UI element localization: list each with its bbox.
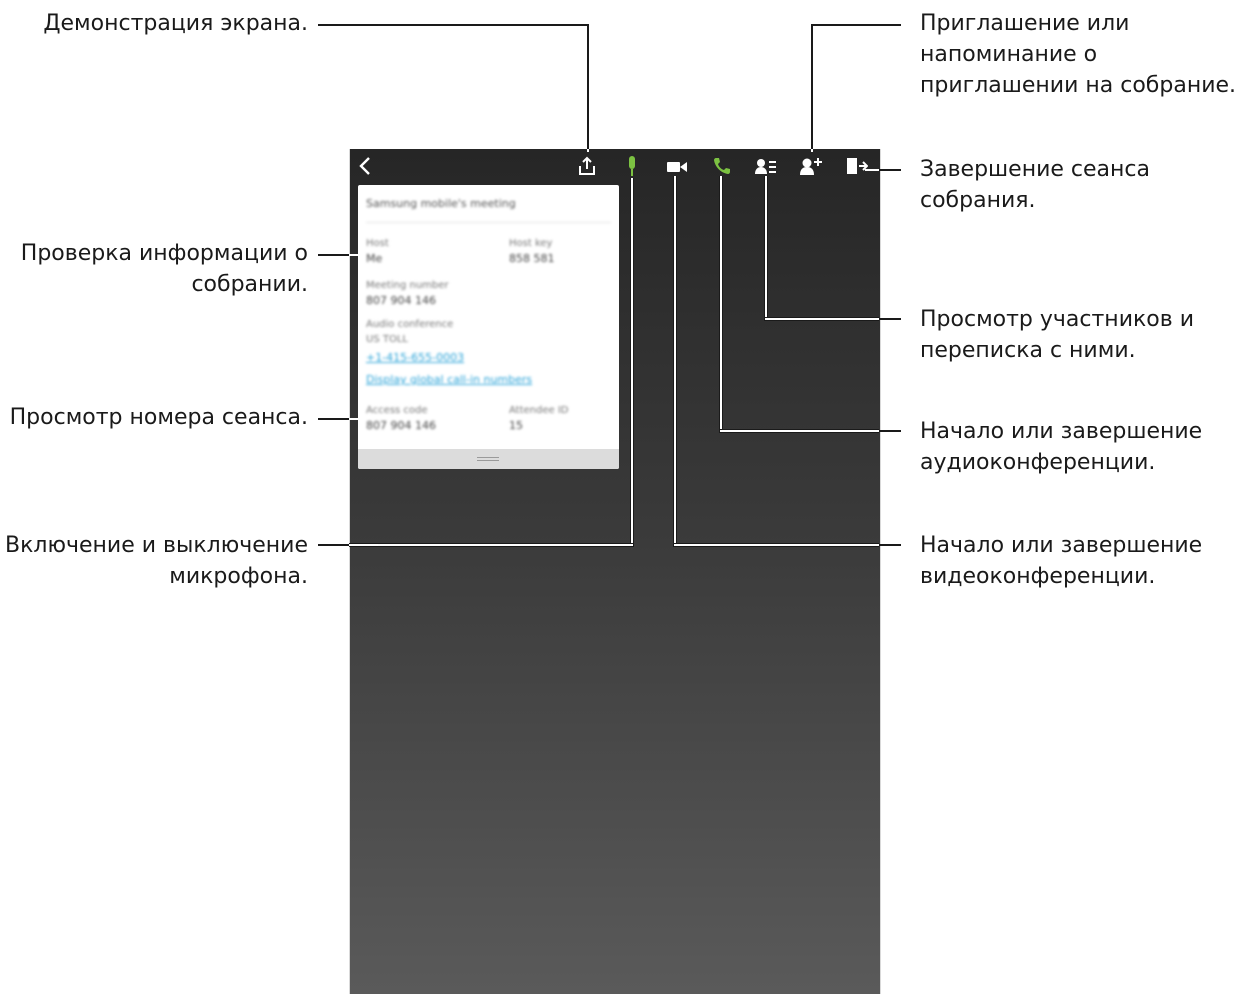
card-drag-handle[interactable]: [358, 449, 619, 469]
callout-line: [879, 169, 901, 171]
host-value: Me: [366, 252, 383, 265]
exit-meeting-icon: [846, 157, 869, 179]
callout-line: [879, 544, 901, 546]
callout-line: [318, 418, 349, 420]
callout-text: микрофона.: [169, 564, 308, 589]
callout-line: [720, 430, 879, 432]
meeting-info-card[interactable]: Samsung mobile's meeting Host Me Host ke…: [358, 185, 619, 469]
callout-end-session: Завершение сеанса собрания.: [920, 154, 1150, 216]
global-callin-link[interactable]: Display global call-in numbers: [366, 373, 532, 386]
access-code-value: 807 904 146: [366, 419, 436, 432]
callout-text: Начало или завершение: [920, 419, 1203, 444]
callout-line: [765, 318, 879, 320]
callout-microphone: Включение и выключение микрофона.: [5, 530, 308, 592]
callout-line: [349, 418, 358, 420]
callout-line: [349, 544, 633, 546]
share-screen-icon: [577, 156, 597, 180]
callout-text: переписка с ними.: [920, 338, 1136, 363]
meeting-title: Samsung mobile's meeting: [366, 197, 516, 210]
callout-line: [631, 178, 633, 544]
callout-line: [865, 169, 879, 171]
video-camera-icon: [666, 159, 688, 178]
callout-text: Начало или завершение: [920, 533, 1203, 558]
callout-line: [879, 318, 901, 320]
meeting-number-value: 807 904 146: [366, 294, 436, 307]
callout-line: [318, 24, 589, 26]
callout-line: [811, 24, 813, 149]
callout-audio-conference: Начало или завершение аудиоконференции.: [920, 416, 1202, 478]
callout-line: [674, 544, 879, 546]
callout-session-number: Просмотр номера сеанса.: [10, 402, 308, 433]
callout-line: [720, 176, 722, 432]
callout-line: [674, 176, 676, 546]
callout-meeting-info: Проверка информации о собрании.: [21, 238, 308, 300]
callout-screen-share: Демонстрация экрана.: [43, 8, 308, 39]
callout-text: Просмотр номера сеанса.: [9, 405, 308, 430]
callout-line: [765, 176, 767, 320]
callout-line: [587, 24, 589, 149]
audio-sub-label: US TOLL: [366, 334, 408, 345]
host-label: Host: [366, 238, 389, 249]
add-participant-icon: [800, 157, 822, 179]
exit-button[interactable]: [841, 152, 873, 184]
callout-participants: Просмотр участников и переписка с ними.: [920, 304, 1194, 366]
participants-list-icon: [755, 158, 777, 178]
attendee-id-value: 15: [509, 419, 523, 432]
meeting-number-label: Meeting number: [366, 280, 449, 291]
callout-line: [349, 254, 358, 256]
callout-video-conference: Начало или завершение видеоконференции.: [920, 530, 1202, 592]
callout-invite: Приглашение или напоминание о приглашени…: [920, 8, 1236, 101]
card-divider: [366, 222, 611, 223]
callout-text: Проверка информации о: [20, 241, 308, 266]
callout-text: Завершение сеанса: [920, 157, 1151, 182]
callout-text: аудиоконференции.: [920, 450, 1156, 475]
grip-line: [477, 460, 499, 461]
audio-conference-label: Audio conference: [366, 319, 454, 330]
phone-link[interactable]: +1-415-655-0003: [366, 351, 464, 364]
callout-line: [811, 24, 901, 26]
attendee-id-label: Attendee ID: [509, 405, 569, 416]
host-key-label: Host key: [509, 238, 553, 249]
video-button[interactable]: [661, 152, 693, 184]
host-key-value: 858 581: [509, 252, 555, 265]
callout-text: собрания.: [920, 188, 1036, 213]
callout-line: [879, 430, 901, 432]
callout-text: приглашении на собрание.: [920, 73, 1237, 98]
callout-text: собрании.: [191, 272, 308, 297]
callout-line: [318, 544, 349, 546]
callout-text: Демонстрация экрана.: [43, 11, 308, 36]
back-arrow-icon: [358, 156, 372, 180]
callout-text: напоминание о: [920, 42, 1098, 67]
share-screen-button[interactable]: [571, 152, 603, 184]
back-button[interactable]: [349, 152, 381, 184]
callout-line: [587, 149, 589, 152]
callout-text: Включение и выключение: [5, 533, 308, 558]
grip-line: [477, 457, 499, 458]
callout-text: видеоконференции.: [920, 564, 1156, 589]
callout-line: [811, 149, 813, 152]
callout-line: [318, 254, 349, 256]
callout-text: Приглашение или: [920, 11, 1130, 36]
invite-button[interactable]: [795, 152, 827, 184]
access-code-label: Access code: [366, 405, 428, 416]
callout-text: Просмотр участников и: [920, 307, 1194, 332]
